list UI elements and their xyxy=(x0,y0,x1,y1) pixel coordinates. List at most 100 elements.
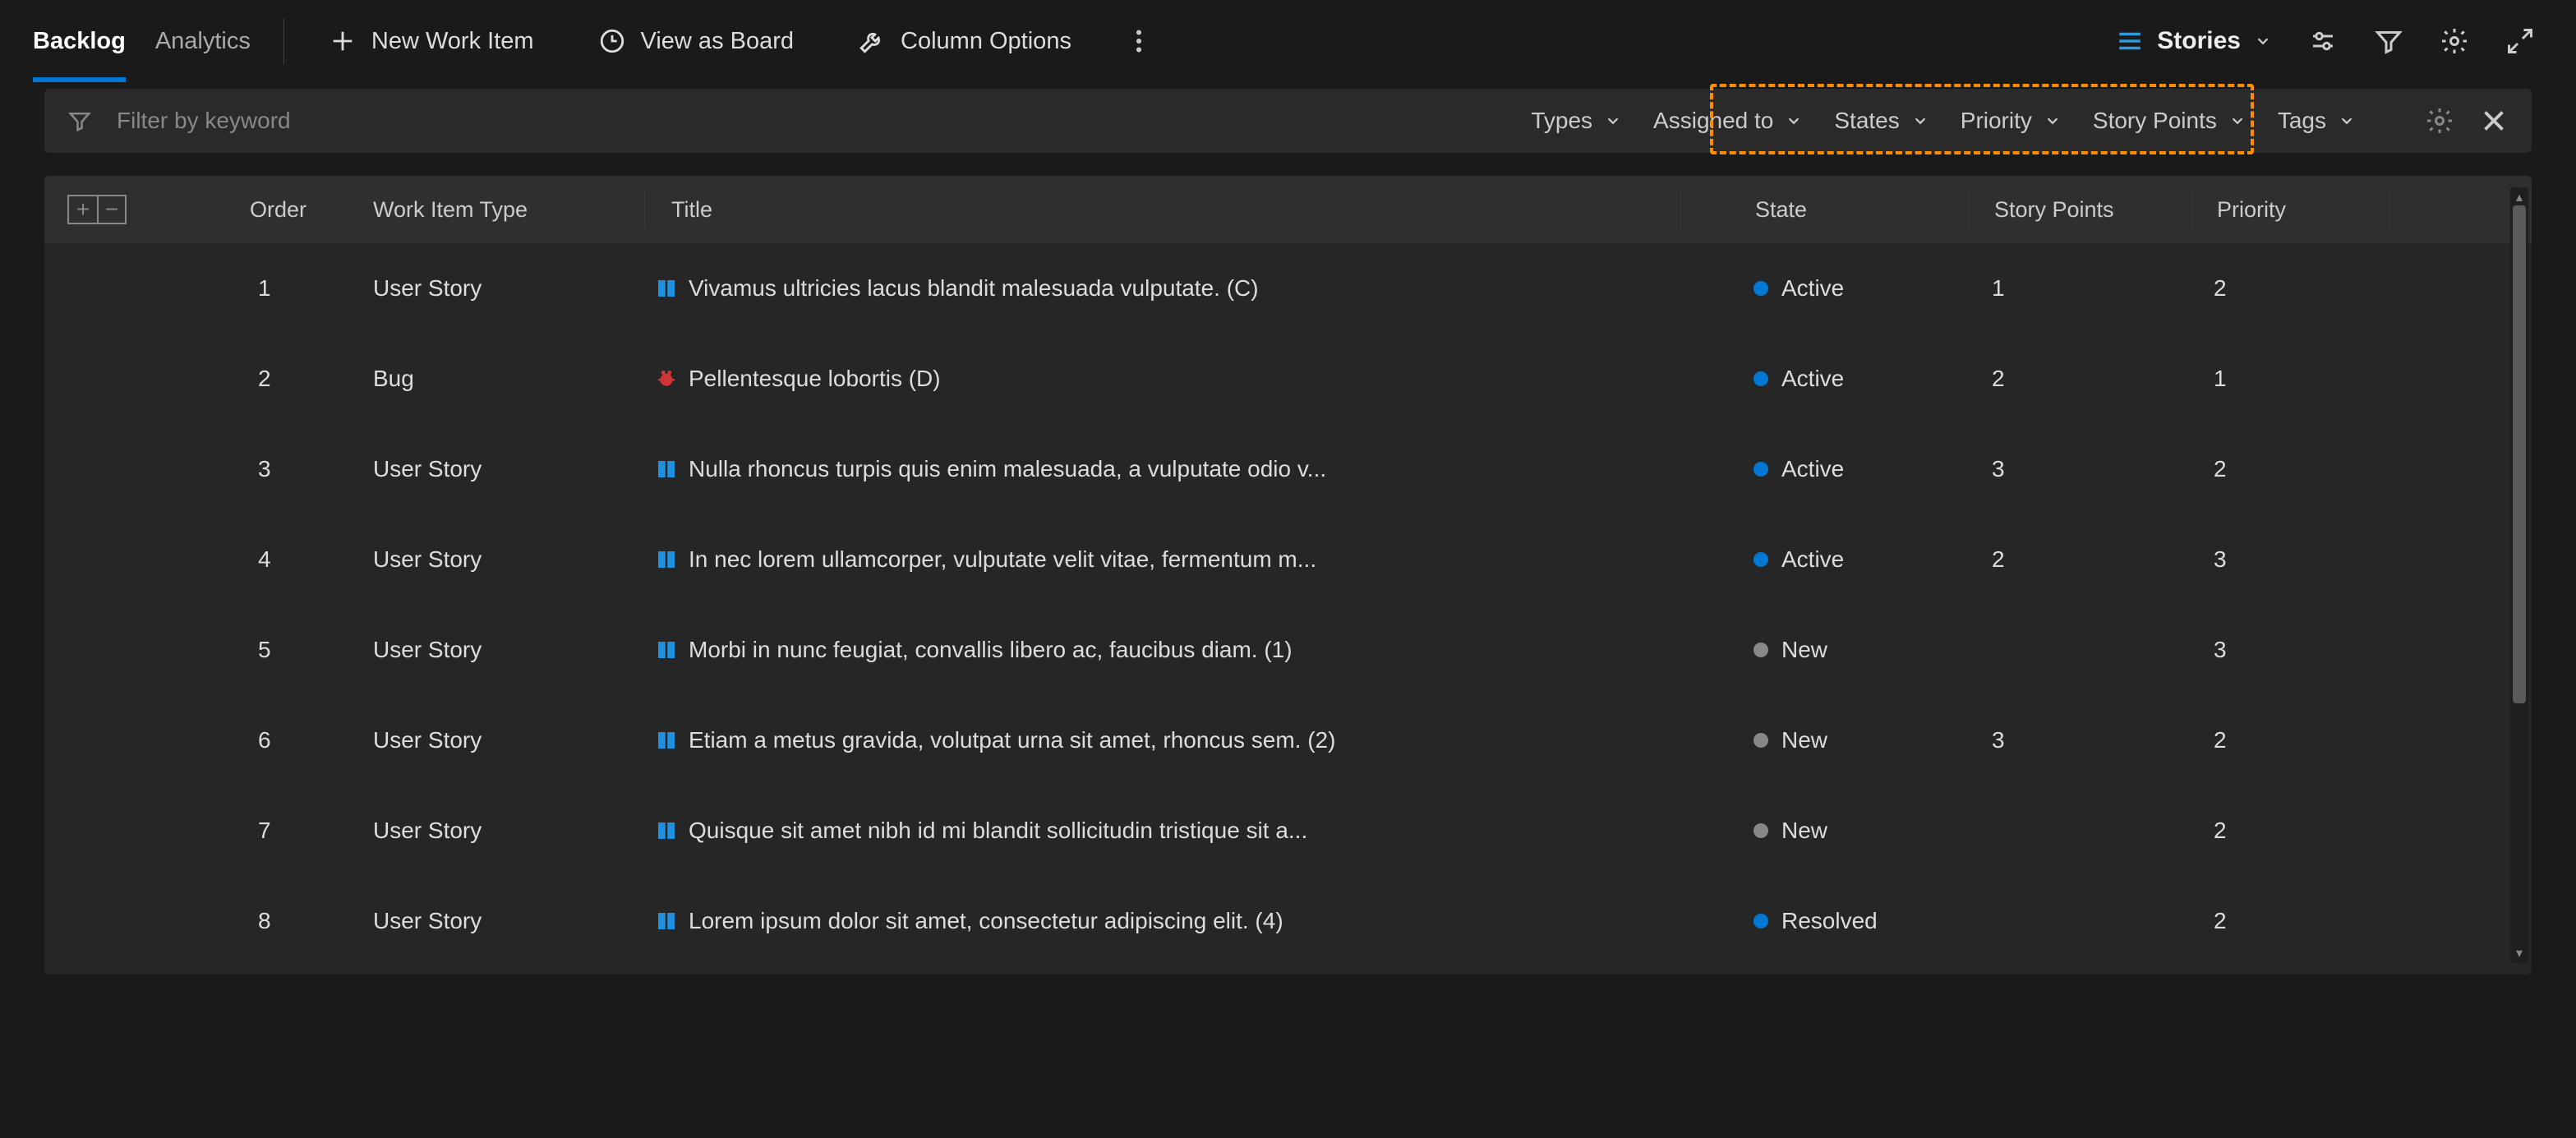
story-icon xyxy=(654,728,679,753)
settings-button[interactable] xyxy=(2440,26,2469,56)
table-row[interactable]: 1User StoryVivamus ultricies lacus bland… xyxy=(44,243,2532,334)
filter-keyword-input[interactable] xyxy=(117,108,478,134)
cell-title[interactable]: In nec lorem ullamcorper, vulputate veli… xyxy=(644,546,1680,573)
cell-title[interactable]: Quisque sit amet nibh id mi blandit soll… xyxy=(644,818,1680,844)
state-label: New xyxy=(1781,637,1827,663)
cell-state: New xyxy=(1680,818,1967,844)
filter-tags-label: Tags xyxy=(2278,108,2326,134)
cell-type: User Story xyxy=(373,456,644,482)
cell-title[interactable]: Pellentesque lobortis (D) xyxy=(644,366,1680,392)
collapse-all-icon[interactable]: − xyxy=(97,195,127,224)
backlog-level-picker[interactable]: Stories xyxy=(2116,27,2272,55)
filter-assigned-to-label: Assigned to xyxy=(1653,108,1773,134)
col-priority[interactable]: Priority xyxy=(2192,197,2389,223)
toolbar: Backlog Analytics New Work Item View as … xyxy=(0,0,2576,82)
column-options-label: Column Options xyxy=(901,28,1071,55)
scroll-down-arrow[interactable]: ▾ xyxy=(2510,945,2528,961)
state-indicator-icon xyxy=(1753,914,1768,928)
chevron-down-icon xyxy=(2338,112,2356,130)
filter-states-label: States xyxy=(1834,108,1899,134)
state-indicator-icon xyxy=(1753,371,1768,386)
divider xyxy=(2389,190,2390,229)
cell-order: 3 xyxy=(250,456,373,482)
close-icon xyxy=(2479,106,2509,136)
new-work-item-label: New Work Item xyxy=(371,28,534,55)
state-label: Active xyxy=(1781,456,1844,482)
col-type[interactable]: Work Item Type xyxy=(373,197,644,223)
story-icon xyxy=(654,276,679,301)
cell-title[interactable]: Nulla rhoncus turpis quis enim malesuada… xyxy=(644,456,1680,482)
cell-order: 4 xyxy=(250,546,373,573)
table-row[interactable]: 4User StoryIn nec lorem ullamcorper, vul… xyxy=(44,514,2532,605)
cell-state: Resolved xyxy=(1680,908,1967,934)
fullscreen-button[interactable] xyxy=(2505,26,2535,56)
funnel-icon xyxy=(2374,26,2403,56)
cell-type: User Story xyxy=(373,908,644,934)
cell-state: Active xyxy=(1680,546,1967,573)
filter-story-points[interactable]: Story Points xyxy=(2090,101,2250,141)
chevron-down-icon xyxy=(1911,112,1929,130)
cell-type: User Story xyxy=(373,546,644,573)
view-as-board-button[interactable]: View as Board xyxy=(587,19,805,63)
sliders-icon xyxy=(2308,26,2338,56)
story-icon xyxy=(654,909,679,933)
view-as-board-label: View as Board xyxy=(641,28,794,55)
funnel-icon xyxy=(67,108,92,133)
filter-settings-button[interactable] xyxy=(2425,106,2454,136)
divider xyxy=(283,18,284,64)
cell-story-points: 2 xyxy=(1967,366,2189,392)
table-row[interactable]: 3User StoryNulla rhoncus turpis quis eni… xyxy=(44,424,2532,514)
tab-analytics[interactable]: Analytics xyxy=(155,0,251,82)
filter-tags[interactable]: Tags xyxy=(2274,101,2359,141)
table-row[interactable]: 6User StoryEtiam a metus gravida, volutp… xyxy=(44,695,2532,786)
col-story-points[interactable]: Story Points xyxy=(1970,197,2191,223)
table-row[interactable]: 8User StoryLorem ipsum dolor sit amet, c… xyxy=(44,876,2532,966)
cell-type: User Story xyxy=(373,637,644,663)
state-label: New xyxy=(1781,727,1827,753)
table-row[interactable]: 2BugPellentesque lobortis (D)Active21 xyxy=(44,334,2532,424)
filter-priority-label: Priority xyxy=(1961,108,2032,134)
work-item-title: Quisque sit amet nibh id mi blandit soll… xyxy=(689,818,1307,844)
tab-backlog[interactable]: Backlog xyxy=(33,0,126,82)
cell-state: Active xyxy=(1680,456,1967,482)
story-icon xyxy=(654,547,679,572)
backlog-grid: + − Order Work Item Type Title State Sto… xyxy=(44,176,2532,974)
cell-priority: 2 xyxy=(2189,727,2386,753)
expand-collapse-all[interactable]: + − xyxy=(67,195,127,224)
more-actions-button[interactable] xyxy=(1124,26,1154,56)
scroll-thumb[interactable] xyxy=(2513,205,2526,703)
cell-title[interactable]: Morbi in nunc feugiat, convallis libero … xyxy=(644,637,1680,663)
cell-type: User Story xyxy=(373,727,644,753)
filter-states[interactable]: States xyxy=(1831,101,1932,141)
chevron-down-icon xyxy=(2254,32,2272,50)
chevron-down-icon xyxy=(1604,112,1622,130)
table-row[interactable]: 5User Story Morbi in nunc feugiat, conval… xyxy=(44,605,2532,695)
view-options-button[interactable] xyxy=(2308,26,2338,56)
chevron-down-icon xyxy=(2228,112,2247,130)
expand-all-icon[interactable]: + xyxy=(67,195,97,224)
new-work-item-button[interactable]: New Work Item xyxy=(317,19,546,63)
col-title[interactable]: Title xyxy=(645,197,1680,223)
cell-state: New xyxy=(1680,637,1967,663)
column-options-button[interactable]: Column Options xyxy=(846,19,1083,63)
col-order[interactable]: Order xyxy=(250,197,373,223)
state-indicator-icon xyxy=(1753,733,1768,748)
filter-toggle-button[interactable] xyxy=(2374,26,2403,56)
state-indicator-icon xyxy=(1753,643,1768,657)
work-item-title: Morbi in nunc feugiat, convallis libero … xyxy=(689,637,1293,663)
col-state[interactable]: State xyxy=(1681,197,1969,223)
filter-assigned-to[interactable]: Assigned to xyxy=(1650,101,1806,141)
cell-title[interactable]: Lorem ipsum dolor sit amet, consectetur … xyxy=(644,908,1680,934)
scroll-up-arrow[interactable]: ▴ xyxy=(2510,189,2528,205)
cell-order: 5 xyxy=(250,637,373,663)
cell-order: 2 xyxy=(250,366,373,392)
vertical-scrollbar[interactable]: ▴ ▾ xyxy=(2510,187,2528,963)
close-filter-button[interactable] xyxy=(2479,106,2509,136)
filter-priority[interactable]: Priority xyxy=(1957,101,2065,141)
filter-types[interactable]: Types xyxy=(1528,101,1625,141)
cell-priority: 2 xyxy=(2189,456,2386,482)
cell-title[interactable]: Etiam a metus gravida, volutpat urna sit… xyxy=(644,727,1680,753)
table-row[interactable]: 7User StoryQuisque sit amet nibh id mi b… xyxy=(44,786,2532,876)
cell-type: User Story xyxy=(373,818,644,844)
cell-title[interactable]: Vivamus ultricies lacus blandit malesuad… xyxy=(644,275,1680,302)
